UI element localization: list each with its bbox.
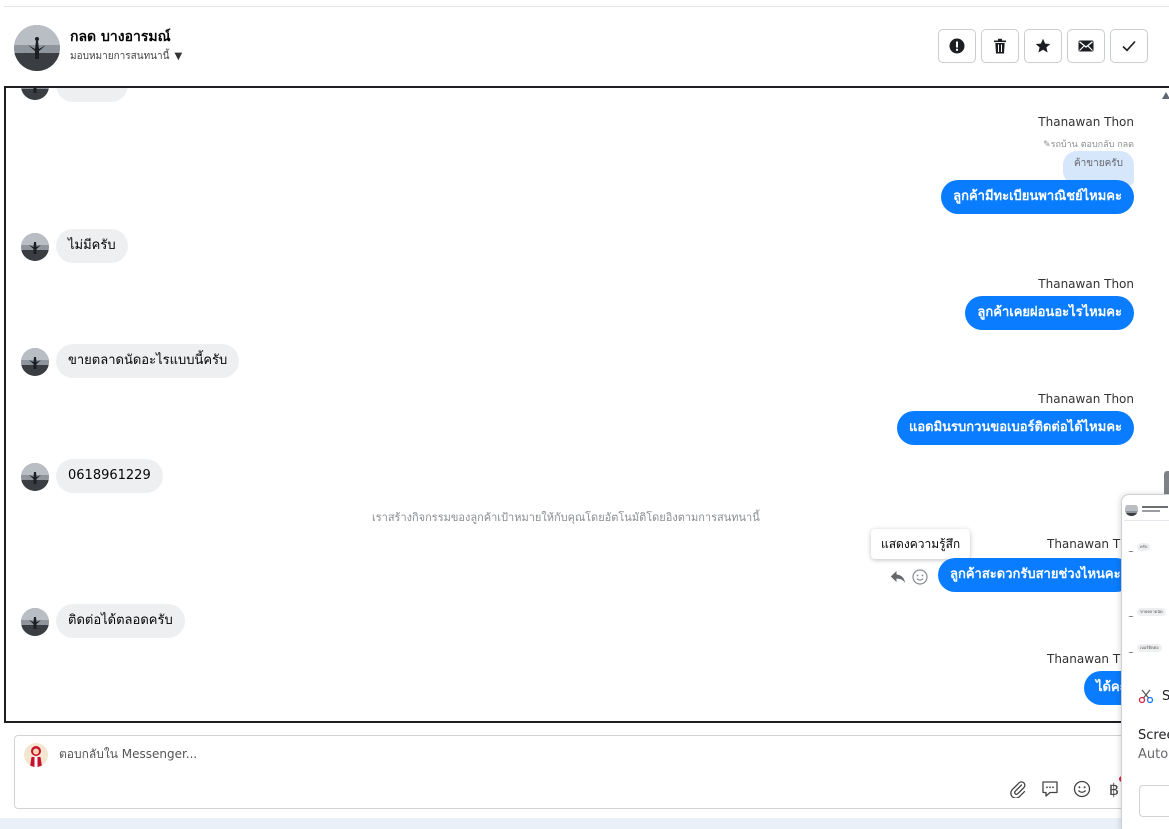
contact-name: กลด บางอารมณ์ <box>70 29 171 45</box>
mini-avatar <box>1127 609 1135 617</box>
message-input[interactable] <box>59 747 959 761</box>
envelope-icon <box>1078 40 1094 52</box>
mark-done-button[interactable] <box>1110 29 1148 63</box>
reply-note-text: รถบ้าน ตอบกลับ กลด <box>1050 140 1134 150</box>
star-button[interactable] <box>1024 29 1062 63</box>
chat-bubble-icon <box>1042 781 1058 797</box>
smiley-icon[interactable] <box>912 569 928 585</box>
sender-name: Thanawan Thon <box>1038 392 1134 406</box>
mini-message: ครับ <box>1137 543 1151 551</box>
outgoing-message-bubble[interactable]: แอดมินรบกวนขอเบอร์ติดต่อได้ไหมคะ <box>896 411 1134 445</box>
mini-header-line <box>1142 510 1160 512</box>
check-icon <box>1122 40 1136 52</box>
attach-button[interactable] <box>1007 778 1029 800</box>
reply-composer: ฿ <box>14 735 1144 809</box>
emoji-button[interactable] <box>1071 778 1093 800</box>
caret-down-icon: ▼ <box>174 51 183 62</box>
contact-avatar-small <box>21 88 49 100</box>
delete-button[interactable] <box>981 29 1019 63</box>
incoming-message-bubble[interactable]: 0618961229 <box>56 459 163 493</box>
bottom-bar <box>0 818 1169 829</box>
message-thread[interactable]: ไม่มีครับ Thanawan Thon ✎รถบ้าน ตอบกลับ … <box>4 86 1169 723</box>
star-icon <box>1035 38 1051 53</box>
mini-divider <box>1124 520 1169 521</box>
assign-conversation-dropdown[interactable]: มอบหมายการสนทนานี้ ▼ <box>70 49 182 64</box>
outgoing-message-bubble[interactable]: ลูกค้าเคยผ่อนอะไรไหมคะ <box>965 296 1134 330</box>
incoming-message-bubble[interactable]: ติดต่อได้ตลอดครับ <box>56 604 185 638</box>
smiley-icon <box>1073 780 1091 798</box>
saved-replies-button[interactable] <box>1039 778 1061 800</box>
page-avatar <box>24 743 48 767</box>
paperclip-icon <box>1010 781 1026 798</box>
outgoing-message-bubble[interactable]: ลูกค้าสะดวกรับสายช่วงไหนคะ <box>938 558 1133 592</box>
mini-subtext: Auto <box>1138 747 1169 762</box>
assign-label: มอบหมายการสนทนานี้ <box>70 51 170 62</box>
system-activity-note: เราสร้างกิจกรรมของลูกค้าเป้าหมายให้กับคุ… <box>372 511 760 524</box>
mini-avatar <box>1127 544 1135 552</box>
contact-avatar-small <box>21 608 49 636</box>
contact-avatar-small <box>21 348 49 376</box>
mini-avatar <box>1127 645 1135 653</box>
message-actions <box>890 569 928 585</box>
mini-message: ขายตลาดนัด <box>1137 608 1166 616</box>
contact-avatar-small <box>21 463 49 491</box>
mini-message: เบอร์ติดต่อ <box>1137 644 1162 652</box>
mini-header-line <box>1142 506 1168 508</box>
mark-spam-button[interactable] <box>938 29 976 63</box>
reaction-tooltip: แสดงความรู้สึก <box>871 529 971 559</box>
incoming-message-bubble[interactable]: ไม่มีครับ <box>56 229 128 263</box>
contact-avatar-small <box>21 233 49 261</box>
messenger-inbox-page: กลด บางอารมณ์ มอบหมายการสนทนานี้ ▼ Thana… <box>0 0 1169 829</box>
incoming-message-bubble[interactable]: ไม่มีครับ <box>56 88 128 102</box>
screenshot-preview-window[interactable]: ครับ ขายตลาดนัด เบอร์ติดต่อ S Scree Auto <box>1121 494 1169 829</box>
mini-title: S <box>1162 689 1169 704</box>
mini-action-button[interactable] <box>1139 785 1169 817</box>
sender-name: Thanawan Thon <box>1038 277 1134 291</box>
sender-name: Thanawan Thon <box>1038 115 1134 129</box>
scissors-icon <box>1138 689 1154 704</box>
mini-heading: Scree <box>1138 728 1169 743</box>
composer-toolbar: ฿ <box>1007 776 1125 800</box>
incoming-message-bubble[interactable]: ขายตลาดนัดอะไรแบบนี้ครับ <box>56 344 240 378</box>
mark-unread-button[interactable] <box>1067 29 1105 63</box>
alert-icon <box>949 38 965 54</box>
mini-avatar <box>1125 503 1138 516</box>
scroll-up-arrow-icon[interactable] <box>1162 92 1169 99</box>
reply-icon[interactable] <box>890 570 906 584</box>
contact-avatar[interactable] <box>14 25 60 71</box>
header-actions <box>938 29 1148 63</box>
baht-icon: ฿ <box>1108 779 1120 799</box>
trash-icon <box>994 38 1006 54</box>
conversation-header: กลด บางอารมณ์ มอบหมายการสนทนานี้ ▼ <box>4 6 1169 86</box>
reply-note: ✎รถบ้าน ตอบกลับ กลด <box>1043 137 1134 151</box>
pin-icon: ✎ <box>1043 140 1051 150</box>
outgoing-message-bubble[interactable]: ลูกค้ามีทะเบียนพาณิชย์ไหมคะ <box>941 180 1134 214</box>
